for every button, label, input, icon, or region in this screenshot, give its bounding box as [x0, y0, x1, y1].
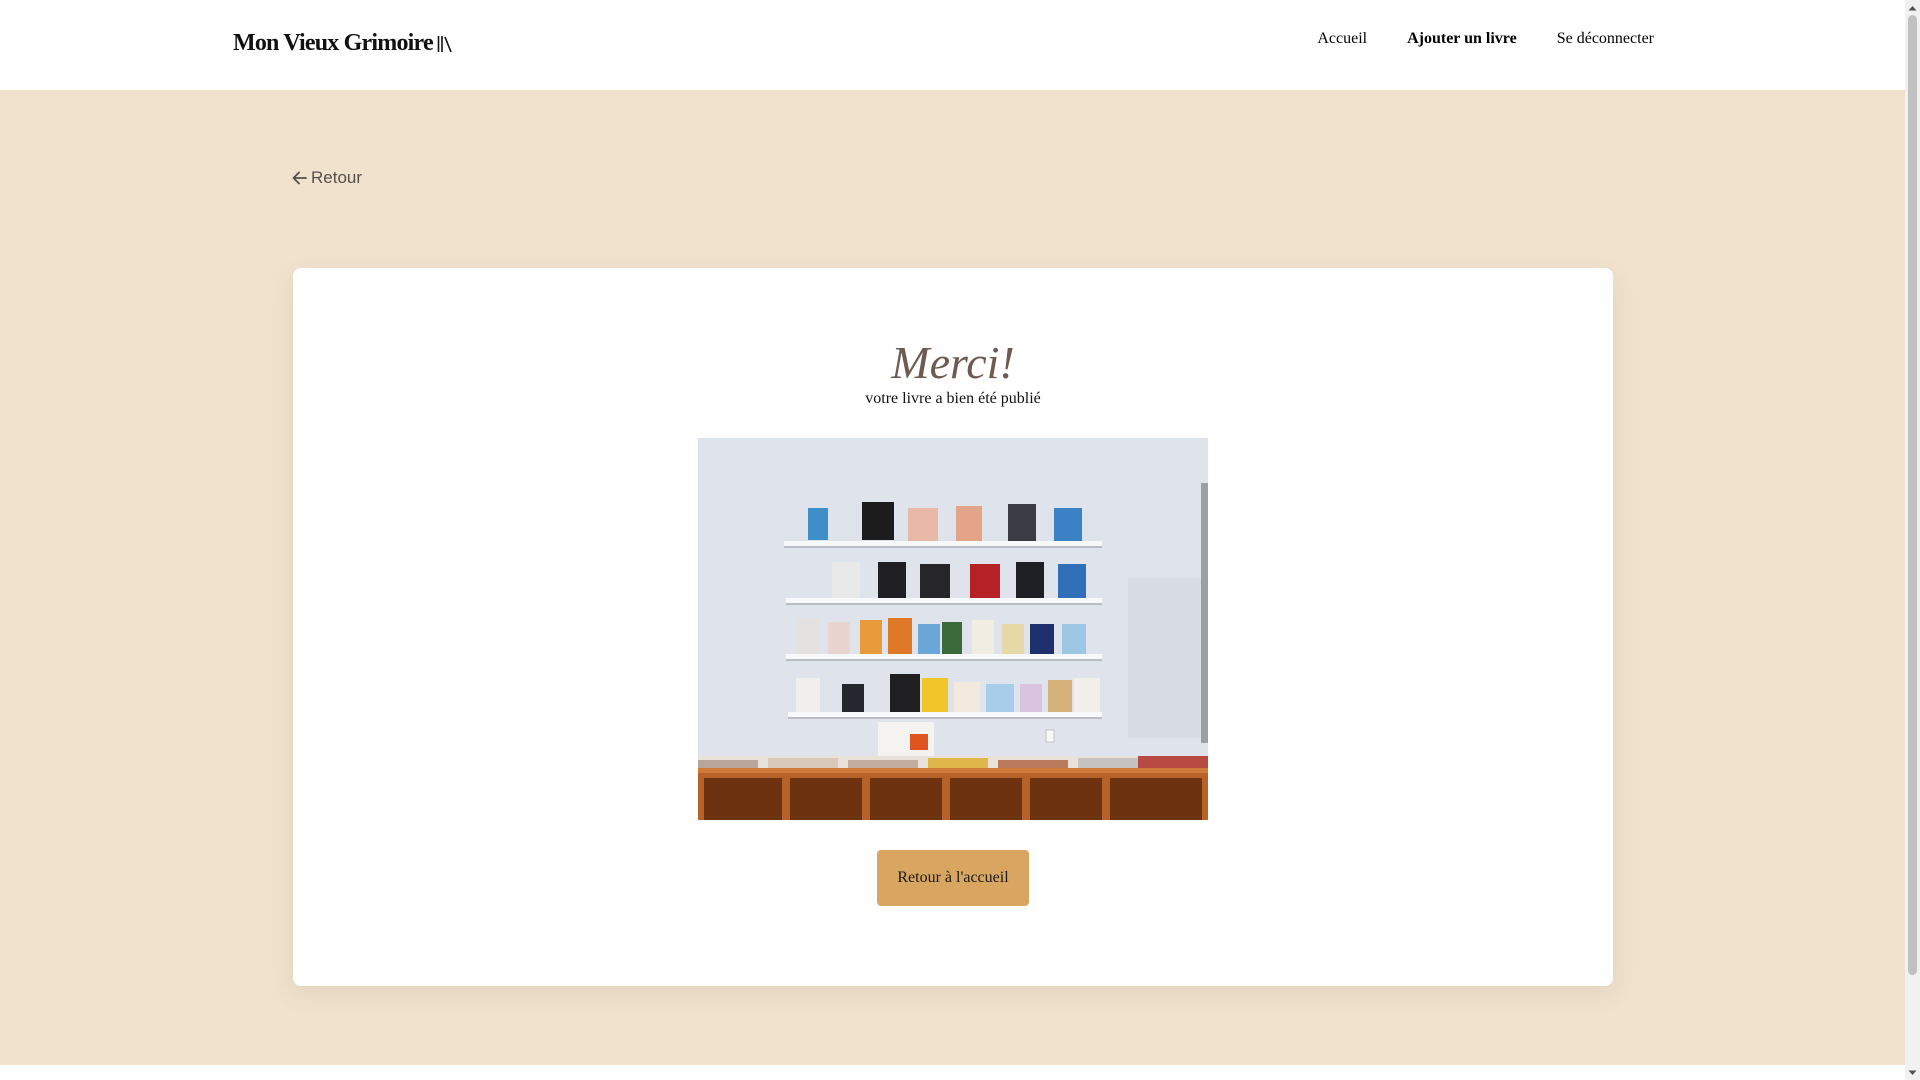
bookshelf-illustration [698, 438, 1208, 820]
page-scrollbar[interactable] [1905, 0, 1920, 1080]
confirmation-subtitle: votre livre a bien été publié [865, 390, 1041, 407]
logo-text: Mon Vieux Grimoire [233, 30, 434, 56]
nav-link-se-deconnecter[interactable]: Se déconnecter [1557, 30, 1654, 48]
confirmation-title: Merci! [891, 337, 1015, 388]
main-nav: Accueil Ajouter un livre Se déconnecter [1317, 30, 1654, 48]
nav-link-ajouter-un-livre[interactable]: Ajouter un livre [1407, 30, 1517, 48]
nav-link-accueil[interactable]: Accueil [1317, 30, 1367, 48]
scroll-down-arrow-icon[interactable] [1905, 1065, 1920, 1080]
site-header: Mon Vieux Grimoire Accueil Ajouter un li… [0, 0, 1905, 90]
books-icon [437, 35, 452, 52]
back-link-label: Retour [311, 168, 363, 187]
arrow-left-icon [292, 171, 307, 185]
main-content: Retour Merci! votre livre a bien été pub… [0, 90, 1905, 1065]
confirmation-card: Merci! votre livre a bien été publié Ret… [293, 268, 1613, 986]
back-link[interactable]: Retour [292, 168, 362, 188]
bookshelf-photo [698, 438, 1208, 820]
site-logo[interactable]: Mon Vieux Grimoire [233, 30, 453, 57]
scrollbar-thumb[interactable] [1908, 15, 1917, 975]
scroll-up-arrow-icon[interactable] [1905, 0, 1920, 15]
back-to-home-button[interactable]: Retour à l'accueil [877, 850, 1029, 906]
